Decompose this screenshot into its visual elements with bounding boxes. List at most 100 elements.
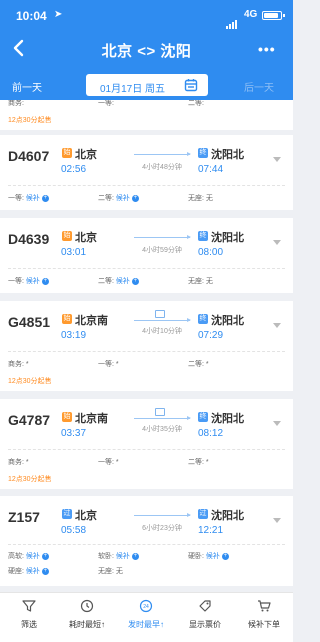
depart-time: 02:56 <box>61 164 87 175</box>
duration: 4小时35分钟 <box>142 426 182 433</box>
calendar-icon <box>184 79 198 92</box>
seat-info: 无座: 无 <box>188 195 213 202</box>
sale-note: 12点30分起售 <box>0 373 293 388</box>
train-list: 商务: 一等: 二等: 12点30分起售 D4607 始 北京 02:56 4小… <box>0 100 293 592</box>
divider <box>8 351 285 352</box>
train-number: G4787 <box>8 412 51 428</box>
end-station-badge: 终 <box>198 148 208 158</box>
back-arrow-icon <box>13 39 24 57</box>
24h-clock-icon: 24 <box>139 599 153 613</box>
pass-station-badge: 过 <box>62 509 72 519</box>
end-station-badge: 终 <box>198 231 208 241</box>
duration: 4小时10分钟 <box>142 328 182 335</box>
prev-day-button[interactable]: 前一天 <box>12 79 42 94</box>
page-title: 北京 <> 沈阳 <box>101 43 192 60</box>
to-station: 沈阳北 <box>211 232 244 244</box>
network-type: 4G <box>244 9 258 20</box>
tab-waitlist-order[interactable]: 候补下单 <box>235 593 293 642</box>
seat-partial-3: 二等: <box>188 100 204 107</box>
divider <box>8 185 285 186</box>
tab-earliest-label: 发时最早↑ <box>128 620 164 629</box>
depart-time: 03:19 <box>61 330 87 341</box>
tab-shortest-label: 耗时最短↑ <box>69 620 105 629</box>
train-card[interactable]: D4639 始 北京 03:01 4小时59分钟 终 沈阳北 08:00 一等:… <box>0 218 293 293</box>
status-time: 10:04 <box>16 9 47 23</box>
seat-info: 二等: * <box>188 459 209 466</box>
signal-icon <box>226 11 238 29</box>
nav-bar: 北京 <> 沈阳 ••• <box>0 30 293 70</box>
cart-icon <box>258 600 271 612</box>
arrive-time: 08:12 <box>198 428 224 439</box>
tab-show-price[interactable]: 显示票价 <box>176 593 234 642</box>
train-number: D4607 <box>8 148 50 164</box>
route-arrow <box>134 152 191 156</box>
route-arrow <box>134 513 191 517</box>
end-station-badge: 终 <box>198 314 208 324</box>
seat-info: 二等: 候补 + <box>98 277 139 285</box>
train-number: D4639 <box>8 231 50 247</box>
clock-icon <box>80 599 94 613</box>
tab-price-label: 显示票价 <box>189 620 221 629</box>
more-button[interactable]: ••• <box>258 41 276 57</box>
end-station-badge: 终 <box>198 412 208 422</box>
depart-time: 05:58 <box>61 525 87 536</box>
divider <box>8 268 285 269</box>
chevron-down-icon[interactable] <box>273 240 281 245</box>
depart-time: 03:01 <box>61 247 87 258</box>
duration: 6小时23分钟 <box>142 525 182 532</box>
train-card[interactable]: Z157 过 北京 05:58 6小时23分钟 过 沈阳北 12:21 高软: … <box>0 496 293 586</box>
route-arrow <box>134 318 191 322</box>
route-arrow <box>134 416 191 420</box>
train-card[interactable]: G4787 始 北京南 03:37 4小时35分钟 终 沈阳北 08:12 商务… <box>0 399 293 489</box>
chevron-down-icon[interactable] <box>273 518 281 523</box>
from-station: 北京南 <box>75 413 108 425</box>
next-day-button[interactable]: 后一天 <box>244 79 274 94</box>
pass-station-badge: 过 <box>198 509 208 519</box>
tab-filter-label: 筛选 <box>21 620 37 629</box>
route-arrow <box>134 235 191 239</box>
seat-info: 硬卧: 候补 + <box>188 552 229 560</box>
tab-filter[interactable]: 筛选 <box>0 593 58 642</box>
seat-info: 软卧: 候补 + <box>98 552 139 560</box>
bottom-toolbar: 筛选 耗时最短↑ 24 发时最早↑ 显示票价 候补下单 <box>0 592 293 642</box>
seat-info: 高软: 候补 + <box>8 552 49 560</box>
date-picker[interactable]: 01月17日 周五 <box>86 74 208 96</box>
location-arrow-icon: ➤ <box>54 9 63 20</box>
to-station: 沈阳北 <box>211 315 244 327</box>
seat-info: 无座: 无 <box>188 278 213 285</box>
tab-waitlist-label: 候补下单 <box>248 620 280 629</box>
chevron-down-icon[interactable] <box>273 157 281 162</box>
tab-earliest-departure[interactable]: 24 发时最早↑ <box>117 593 175 642</box>
seat-partial-2: 一等: <box>98 100 114 107</box>
chevron-down-icon[interactable] <box>273 421 281 426</box>
seat-info: 硬座: 候补 + <box>8 567 49 575</box>
train-card[interactable]: D4607 始 北京 02:56 4小时48分钟 终 沈阳北 07:44 一等:… <box>0 135 293 210</box>
depart-time: 03:37 <box>61 428 87 439</box>
train-card-partial[interactable]: 商务: 一等: 二等: 12点30分起售 <box>0 100 293 130</box>
to-station: 沈阳北 <box>211 510 244 522</box>
seat-info: 商务: * <box>8 361 29 368</box>
train-card[interactable]: G4851 始 北京南 03:19 4小时10分钟 终 沈阳北 07:29 商务… <box>0 301 293 391</box>
screen-icon <box>155 310 165 318</box>
seat-partial-1: 商务: <box>8 100 24 107</box>
duration: 4小时48分钟 <box>142 164 182 171</box>
seat-info: 一等: * <box>98 361 119 368</box>
tab-shortest-duration[interactable]: 耗时最短↑ <box>58 593 116 642</box>
seat-info: 商务: * <box>8 459 29 466</box>
sale-note: 12点30分起售 <box>0 112 293 127</box>
train-number: G4851 <box>8 314 51 330</box>
from-station: 北京 <box>75 232 97 244</box>
arrive-time: 08:00 <box>198 247 224 258</box>
start-station-badge: 始 <box>62 314 72 324</box>
header: 10:04 ➤ 4G 北京 <> 沈阳 ••• 前一天 01月17日 周五 后一… <box>0 0 293 107</box>
battery-icon <box>262 11 285 20</box>
divider <box>8 449 285 450</box>
status-bar: 10:04 ➤ 4G <box>0 0 293 30</box>
date-label: 01月17日 周五 <box>100 84 166 95</box>
filter-icon <box>22 600 36 612</box>
divider <box>8 544 285 545</box>
to-station: 沈阳北 <box>211 413 244 425</box>
chevron-down-icon[interactable] <box>273 323 281 328</box>
back-button[interactable] <box>8 36 32 60</box>
seat-info: 一等: 候补 + <box>8 194 49 202</box>
